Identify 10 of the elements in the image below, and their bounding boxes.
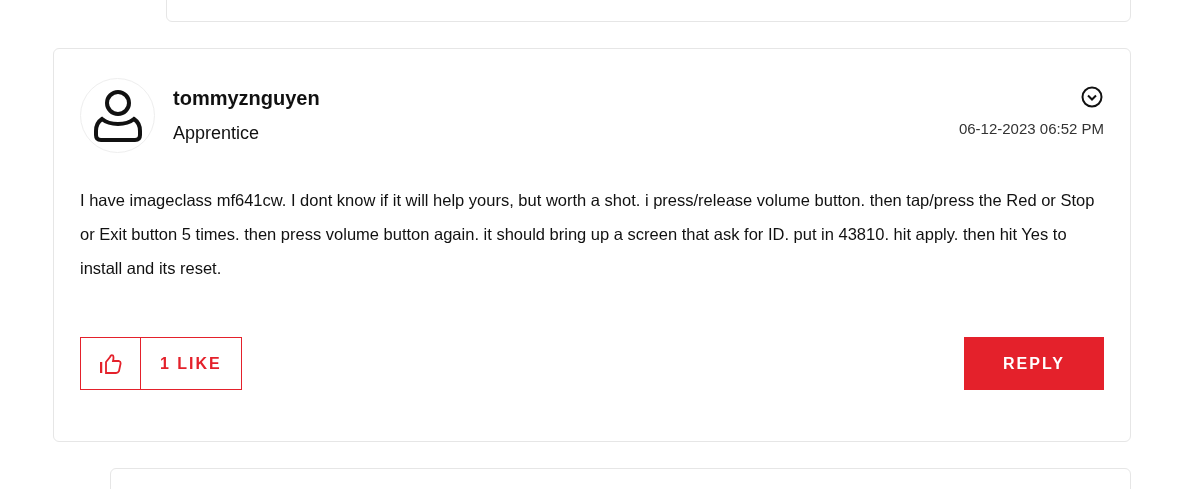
chevron-down-icon[interactable] — [1081, 86, 1103, 108]
thumbs-up-icon — [99, 353, 122, 374]
like-button[interactable] — [80, 337, 141, 390]
like-count-button[interactable]: 1 LIKE — [141, 337, 242, 390]
author-name[interactable]: tommyznguyen — [173, 85, 320, 111]
post-timestamp: 06-12-2023 06:52 PM — [958, 119, 1104, 139]
reply-button[interactable]: REPLY — [964, 337, 1104, 390]
post-body: I have imageclass mf641cw. I dont know if it will help yours, but worth a shot. i press/release volume button. then tap/press the Red or Stop or Exit button 5 times. then press volume button again. it should bring up a screen that ask for ID. put in 43810. hit apply. then hit Yes to install and its reset. — [80, 190, 1096, 279]
author-rank: Apprentice — [173, 122, 261, 145]
user-icon — [93, 88, 142, 143]
